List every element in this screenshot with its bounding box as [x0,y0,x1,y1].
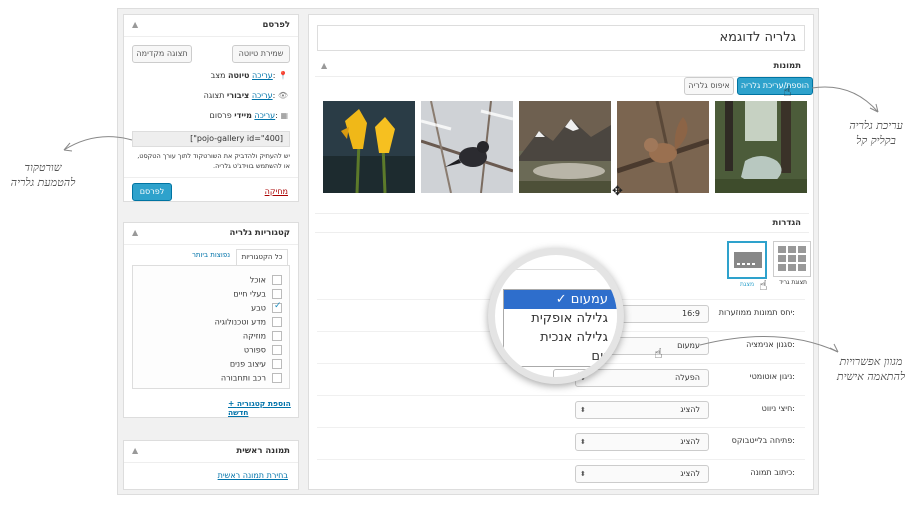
annotation-line: מגוון אפשרויות [839,355,903,368]
annotation-options: מגוון אפשרויות להתאמה אישית [824,354,918,384]
annotation-line: שורטקוד [24,161,62,174]
annotation-line: בקליק קל [856,134,896,147]
annotation-line: להתאמה אישית [836,370,906,383]
annotation-arrows [63,86,879,353]
annotation-line: עריכת גלריה [849,119,903,132]
annotation-edit-gallery: עריכת גלריה בקליק קל [836,118,916,148]
annotation-shortcode: שורטקוד להטמעת גלריה [2,160,84,190]
annotation-line: להטמעת גלריה [10,176,76,189]
